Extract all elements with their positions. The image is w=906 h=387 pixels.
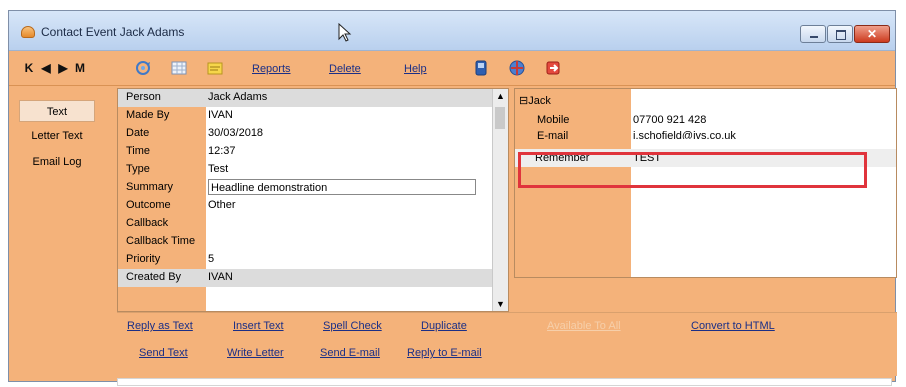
fields-scrollbar[interactable]: ▲ ▼ bbox=[492, 89, 508, 311]
send-email-link[interactable]: Send E-mail bbox=[320, 347, 380, 359]
field-value: 30/03/2018 bbox=[208, 127, 264, 139]
first-record-button[interactable]: K bbox=[22, 61, 36, 75]
field-row-callback-time[interactable]: Callback Time bbox=[118, 233, 493, 251]
convert-to-html-link[interactable]: Convert to HTML bbox=[691, 320, 775, 332]
field-row-callback[interactable]: Callback bbox=[118, 215, 493, 233]
event-fields-panel: Person Jack Adams Made By IVAN Date 30/0… bbox=[117, 88, 509, 312]
tab-letter-text[interactable]: Letter Text bbox=[19, 125, 95, 147]
scroll-up-icon[interactable]: ▲ bbox=[496, 91, 505, 101]
insert-text-link[interactable]: Insert Text bbox=[233, 320, 284, 332]
field-label: Time bbox=[126, 145, 151, 157]
field-value: IVAN bbox=[208, 271, 233, 283]
maximize-button[interactable] bbox=[827, 25, 853, 43]
field-label: Made By bbox=[126, 109, 170, 121]
field-row-date[interactable]: Date 30/03/2018 bbox=[118, 125, 493, 143]
app-icon bbox=[21, 26, 35, 38]
grid-icon[interactable] bbox=[171, 60, 187, 76]
field-value: IVAN bbox=[208, 109, 233, 121]
duplicate-link[interactable]: Duplicate bbox=[421, 320, 467, 332]
scroll-thumb[interactable] bbox=[495, 107, 505, 129]
side-navigation: Text Letter Text Email Log bbox=[9, 87, 107, 311]
contact-label: Mobile bbox=[537, 114, 570, 126]
field-label: Outcome bbox=[126, 199, 171, 211]
available-to-all-link: Available To All bbox=[547, 320, 621, 332]
spell-check-link[interactable]: Spell Check bbox=[323, 320, 382, 332]
title-bar[interactable]: Contact Event Jack Adams bbox=[9, 11, 895, 51]
field-value: Jack Adams bbox=[208, 91, 268, 103]
mouse-cursor-icon bbox=[338, 23, 352, 42]
field-row-person[interactable]: Person Jack Adams bbox=[118, 89, 493, 107]
tab-text[interactable]: Text bbox=[19, 100, 95, 122]
action-links: Reply as Text Insert Text Spell Check Du… bbox=[117, 312, 897, 376]
field-row-type[interactable]: Type Test bbox=[118, 161, 493, 179]
field-value: Test bbox=[208, 163, 229, 175]
contact-event-window: Contact Event Jack Adams K ◀ ▶ M Reports… bbox=[8, 10, 897, 386]
field-row-created-by[interactable]: Created By IVAN bbox=[118, 269, 493, 287]
phone-icon[interactable] bbox=[473, 60, 489, 76]
write-letter-link[interactable]: Write Letter bbox=[227, 347, 284, 359]
window-title: Contact Event Jack Adams bbox=[41, 25, 185, 39]
field-label: Callback bbox=[126, 217, 169, 229]
field-value: 5 bbox=[208, 253, 215, 265]
field-label: Type bbox=[126, 163, 150, 175]
refresh-icon[interactable] bbox=[135, 60, 151, 76]
highlight-box bbox=[518, 152, 867, 188]
contact-value: 07700 921 428 bbox=[633, 114, 707, 126]
contact-row-email[interactable]: E-mail j.schofield@jvs.co.uk bbox=[515, 127, 896, 139]
previous-record-button[interactable]: ◀ bbox=[39, 61, 53, 75]
field-row-made-by[interactable]: Made By IVAN bbox=[118, 107, 493, 125]
reports-link[interactable]: Reports bbox=[252, 63, 291, 75]
field-label: Priority bbox=[126, 253, 161, 265]
field-value: 12:37 bbox=[208, 145, 236, 157]
exit-icon[interactable] bbox=[545, 60, 561, 76]
help-link[interactable]: Help bbox=[404, 63, 427, 75]
note-icon[interactable] bbox=[207, 60, 223, 76]
status-bar bbox=[117, 378, 892, 386]
field-label: Person bbox=[126, 91, 161, 103]
scroll-down-icon[interactable]: ▼ bbox=[496, 299, 505, 309]
contact-header[interactable]: ⊟Jack bbox=[515, 91, 896, 109]
tab-email-log[interactable]: Email Log bbox=[19, 151, 95, 173]
toolbar: K ◀ ▶ M Reports Delete Help bbox=[9, 52, 895, 86]
field-label: Date bbox=[126, 127, 150, 139]
field-row-time[interactable]: Time 12:37 bbox=[118, 143, 493, 161]
contact-value: j.schofield@jvs.co.uk bbox=[633, 130, 736, 139]
field-label: Created By bbox=[126, 271, 182, 283]
contact-name: ⊟Jack bbox=[519, 95, 551, 107]
field-label: Summary bbox=[126, 181, 174, 193]
delete-link[interactable]: Delete bbox=[329, 63, 361, 75]
reply-to-email-link[interactable]: Reply to E-mail bbox=[407, 347, 482, 359]
field-row-priority[interactable]: Priority 5 bbox=[118, 251, 493, 269]
contact-label: E-mail bbox=[537, 130, 569, 139]
next-record-button[interactable]: ▶ bbox=[56, 61, 70, 75]
summary-input[interactable]: Headline demonstration bbox=[208, 179, 476, 195]
minimize-button[interactable] bbox=[800, 25, 826, 43]
send-text-link[interactable]: Send Text bbox=[139, 347, 188, 359]
field-row-outcome[interactable]: Outcome Other bbox=[118, 197, 493, 215]
globe-icon[interactable] bbox=[509, 60, 525, 76]
reply-as-text-link[interactable]: Reply as Text bbox=[127, 320, 193, 332]
last-record-button[interactable]: M bbox=[73, 61, 87, 75]
field-value: Other bbox=[208, 199, 236, 211]
field-label: Callback Time bbox=[126, 235, 196, 247]
close-button[interactable] bbox=[854, 25, 890, 43]
field-row-summary[interactable]: Summary Headline demonstration bbox=[118, 179, 493, 197]
